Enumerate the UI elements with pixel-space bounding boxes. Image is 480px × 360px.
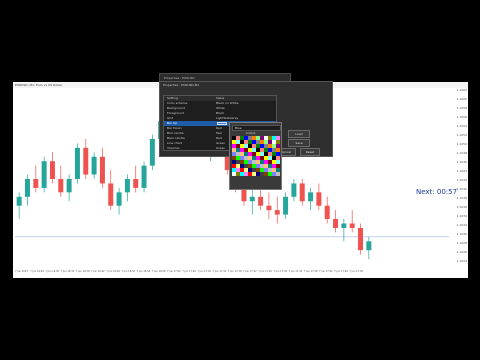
time-tick-label: 7 Jun 16:42 (91, 270, 105, 273)
price-tick-label: 1.1036 (456, 205, 468, 209)
candle-body (266, 205, 272, 211)
price-tick-label: 1.1046 (456, 160, 468, 164)
palette-swatch[interactable] (276, 172, 280, 176)
price-tick-label: 1.1058 (456, 106, 468, 110)
candle-body (283, 196, 289, 215)
price-tick-label: 1.1050 (456, 142, 468, 146)
setting-value: Green (216, 146, 226, 150)
color-picker-title: Colors (246, 131, 256, 135)
candle-body (66, 179, 72, 193)
candle-body (16, 196, 22, 206)
candle-body (24, 179, 30, 197)
price-tick-label: 1.1028 (456, 241, 468, 245)
time-tick-label: 7 Jun 17:38 (303, 270, 318, 273)
candle-body (324, 205, 330, 220)
candle-body (58, 179, 64, 193)
time-tick-label: 7 Jun 16:30 (45, 270, 60, 273)
time-tick-label: 7 Jun 16:46 (106, 270, 120, 273)
candle-body (249, 196, 255, 202)
current-color-field[interactable]: Blue (232, 125, 281, 131)
candle-body (116, 192, 122, 206)
time-tick-label: 7 Jun 17:14 (212, 270, 227, 273)
color-picker-popup: Blue Colors (229, 122, 282, 190)
properties-dialog-title: Properties - EURUSD,M1 (163, 83, 200, 87)
price-axis: 1.1062 1.1060 1.1058 1.1056 1.1054 1.1052 1.10… (452, 88, 468, 268)
time-tick-label: 7 Jun 17:22 (243, 270, 257, 273)
candle-body (316, 192, 322, 206)
time-tick-label: 7 Jun 17:06 (182, 270, 196, 273)
setting-label: Volumes (167, 146, 180, 150)
time-tick-label: 7 Jun 16:26 (30, 270, 44, 273)
time-tick-label: 7 Jun 16:54 (136, 270, 151, 273)
reset-button[interactable]: Reset (300, 148, 320, 156)
candle-body (99, 156, 105, 184)
candle-body (74, 147, 80, 179)
price-tick-label: 1.1026 (456, 250, 468, 254)
time-tick-label: 7 Jun 16:34 (60, 270, 75, 273)
color-swatch[interactable] (217, 122, 227, 125)
candle-body (349, 223, 355, 228)
price-tick-label: 1.1040 (456, 187, 468, 191)
candle-body (141, 165, 147, 188)
time-tick-label: 7 Jun 16:38 (75, 270, 90, 273)
time-tick-label: 7 Jun 17:10 (197, 270, 212, 273)
properties-tabs: Common Show Colors Visualization (163, 88, 244, 105)
candle-body (366, 241, 372, 251)
candle-body (83, 147, 89, 175)
time-tick-label: 7 Jun 17:26 (258, 270, 272, 273)
price-tick-label: 1.1060 (456, 97, 468, 101)
price-tick-label: 1.1034 (456, 214, 468, 218)
price-tick-label: 1.1056 (456, 115, 468, 119)
template-dialog-title: Properties - EURUSD (164, 76, 195, 80)
price-tick-label: 1.1048 (456, 151, 468, 155)
candle-body (308, 192, 314, 202)
candle-body (49, 161, 55, 179)
candle-body (124, 179, 130, 193)
candle-body (91, 156, 97, 175)
time-tick-label: 7 Jun 17:50 (349, 270, 364, 273)
candle-body (108, 183, 114, 206)
price-tick-label: 1.1030 (456, 232, 468, 236)
candle-body (33, 179, 39, 188)
save-button[interactable]: Save (288, 139, 310, 147)
candle-body (41, 161, 47, 188)
price-tick-label: 1.1042 (456, 178, 468, 182)
candle-body (341, 223, 347, 228)
candle-body (333, 219, 339, 228)
price-tick-label: 1.1062 (456, 88, 468, 92)
candle-body (258, 196, 264, 206)
price-tick-label: 1.1052 (456, 133, 468, 137)
current-color-name: Blue (235, 126, 242, 130)
price-tick-label: 1.1054 (456, 124, 468, 128)
candle-body (149, 138, 155, 166)
price-tick-label: 1.1024 (456, 259, 468, 263)
time-tick-label: 7 Jun 17:42 (319, 270, 333, 273)
time-tick-label: 7 Jun 17:46 (334, 270, 348, 273)
time-tick-label: 7 Jun 17:02 (167, 270, 181, 273)
time-tick-label: 7 Jun 17:18 (227, 270, 242, 273)
price-tick-label: 1.1038 (456, 196, 468, 200)
candle-body (299, 183, 305, 202)
time-tick-label: 7 Jun 17:30 (273, 270, 288, 273)
price-tick-label: 1.1044 (456, 169, 468, 173)
next-bar-countdown: Next: 00:57 (416, 188, 458, 196)
load-button[interactable]: Load (288, 130, 310, 138)
time-tick-label: 7 Jun 2023 (15, 270, 28, 273)
candle-body (133, 179, 139, 188)
candle-body (358, 227, 364, 251)
time-axis: 7 Jun 2023 7 Jun 16:26 7 Jun 16:30 7 Jun 16… (13, 270, 453, 278)
time-tick-label: 7 Jun 16:58 (151, 270, 166, 273)
price-tick-label: 1.1032 (456, 223, 468, 227)
time-tick-label: 7 Jun 16:50 (121, 270, 136, 273)
time-tick-label: 7 Jun 17:34 (288, 270, 303, 273)
candle-body (291, 183, 297, 197)
candle-body (274, 210, 280, 215)
